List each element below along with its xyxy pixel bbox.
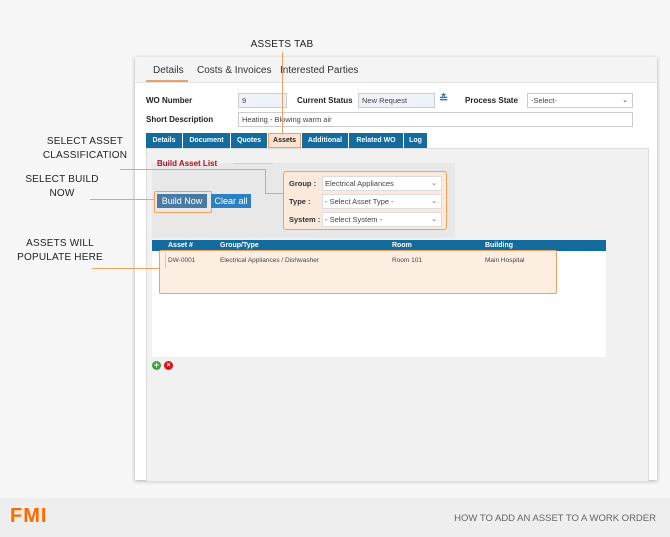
annotation-line: POPULATE HERE — [17, 252, 103, 263]
wo-number-field[interactable]: 9 — [238, 93, 287, 108]
active-tab-indicator — [146, 80, 188, 82]
col-asset-number: Asset # — [168, 242, 193, 249]
annotation-line: ASSETS WILL — [26, 238, 94, 249]
subtab-details[interactable]: Details — [146, 133, 183, 148]
subtab-assets[interactable]: Assets — [268, 133, 301, 148]
col-group-type: Group/Type — [220, 242, 259, 249]
chevron-down-icon: ⌄ — [431, 198, 437, 205]
process-state-label: Process State — [465, 96, 518, 105]
chevron-down-icon: ⌄ — [431, 216, 437, 223]
callout-line — [282, 52, 283, 134]
current-status-label: Current Status — [297, 96, 353, 105]
tab-details[interactable]: Details — [153, 65, 184, 76]
chevron-down-icon: ⌄ — [622, 97, 628, 104]
callout-line — [90, 199, 154, 200]
annotation-line: CLASSIFICATION — [42, 150, 128, 161]
chevron-down-icon: ⌄ — [431, 180, 437, 187]
wo-number-label: WO Number — [146, 96, 193, 105]
callout-line — [120, 169, 266, 170]
cell-group-type: Electrical Appliances / Dishwasher — [220, 257, 319, 264]
callout-line — [265, 169, 266, 194]
double-chevron-down-icon[interactable]: ≛ — [439, 92, 448, 105]
system-value: - Select System - — [325, 215, 383, 224]
group-value: Electrical Appliances — [325, 179, 394, 188]
callout-line — [265, 193, 283, 194]
subtab-quotes[interactable]: Quotes — [231, 133, 268, 148]
subtab-related-wo[interactable]: Related WO — [349, 133, 404, 148]
group-label: Group : — [289, 179, 317, 188]
col-room: Room — [392, 242, 412, 249]
annotation-select-classification: SELECT ASSET CLASSIFICATION — [30, 135, 140, 163]
tab-costs-invoices[interactable]: Costs & Invoices — [197, 65, 271, 76]
add-icon[interactable]: + — [152, 361, 161, 370]
current-status-field[interactable]: New Request — [358, 93, 435, 108]
type-select[interactable]: - Select Asset Type - ⌄ — [322, 194, 442, 209]
process-state-select[interactable]: -Select- ⌄ — [527, 93, 633, 108]
short-description-field[interactable]: Heating - Blowing warm air — [238, 112, 633, 127]
remove-icon[interactable]: × — [164, 361, 173, 370]
process-state-value: -Select- — [531, 96, 557, 105]
col-building: Building — [485, 242, 513, 249]
row-divider — [165, 253, 166, 268]
subtab-log[interactable]: Log — [404, 133, 428, 148]
annotation-line: SELECT BUILD — [25, 174, 99, 185]
cell-building: Main Hospital — [485, 257, 525, 264]
short-description-label: Short Description — [146, 115, 214, 124]
tab-interested-parties[interactable]: Interested Parties — [280, 65, 358, 76]
type-label: Type : — [289, 197, 311, 206]
cell-room: Room 101 — [392, 257, 422, 264]
subtab-additional[interactable]: Additional — [302, 133, 349, 148]
divider — [233, 163, 273, 164]
fmi-logo: FMI — [10, 505, 48, 527]
cell-asset-number: DW-0001 — [168, 257, 196, 264]
footer-caption: HOW TO ADD AN ASSET TO A WORK ORDER — [454, 513, 656, 524]
callout-line — [92, 268, 159, 269]
annotation-assets-populate: ASSETS WILL POPULATE HERE — [10, 237, 110, 265]
type-value: - Select Asset Type - — [325, 197, 394, 206]
build-asset-list-title: Build Asset List — [157, 159, 218, 168]
clear-all-button[interactable]: Clear all — [211, 194, 251, 208]
system-label: System : — [289, 215, 321, 224]
annotation-select-build: SELECT BUILD NOW — [12, 173, 112, 201]
annotation-line: SELECT ASSET — [46, 136, 124, 147]
subtab-document[interactable]: Document — [183, 133, 231, 148]
group-select[interactable]: Electrical Appliances ⌄ — [322, 176, 442, 191]
annotation-assets-tab: ASSETS TAB — [250, 39, 314, 50]
build-now-button[interactable]: Build Now — [157, 194, 207, 208]
system-select[interactable]: - Select System - ⌄ — [322, 212, 442, 227]
